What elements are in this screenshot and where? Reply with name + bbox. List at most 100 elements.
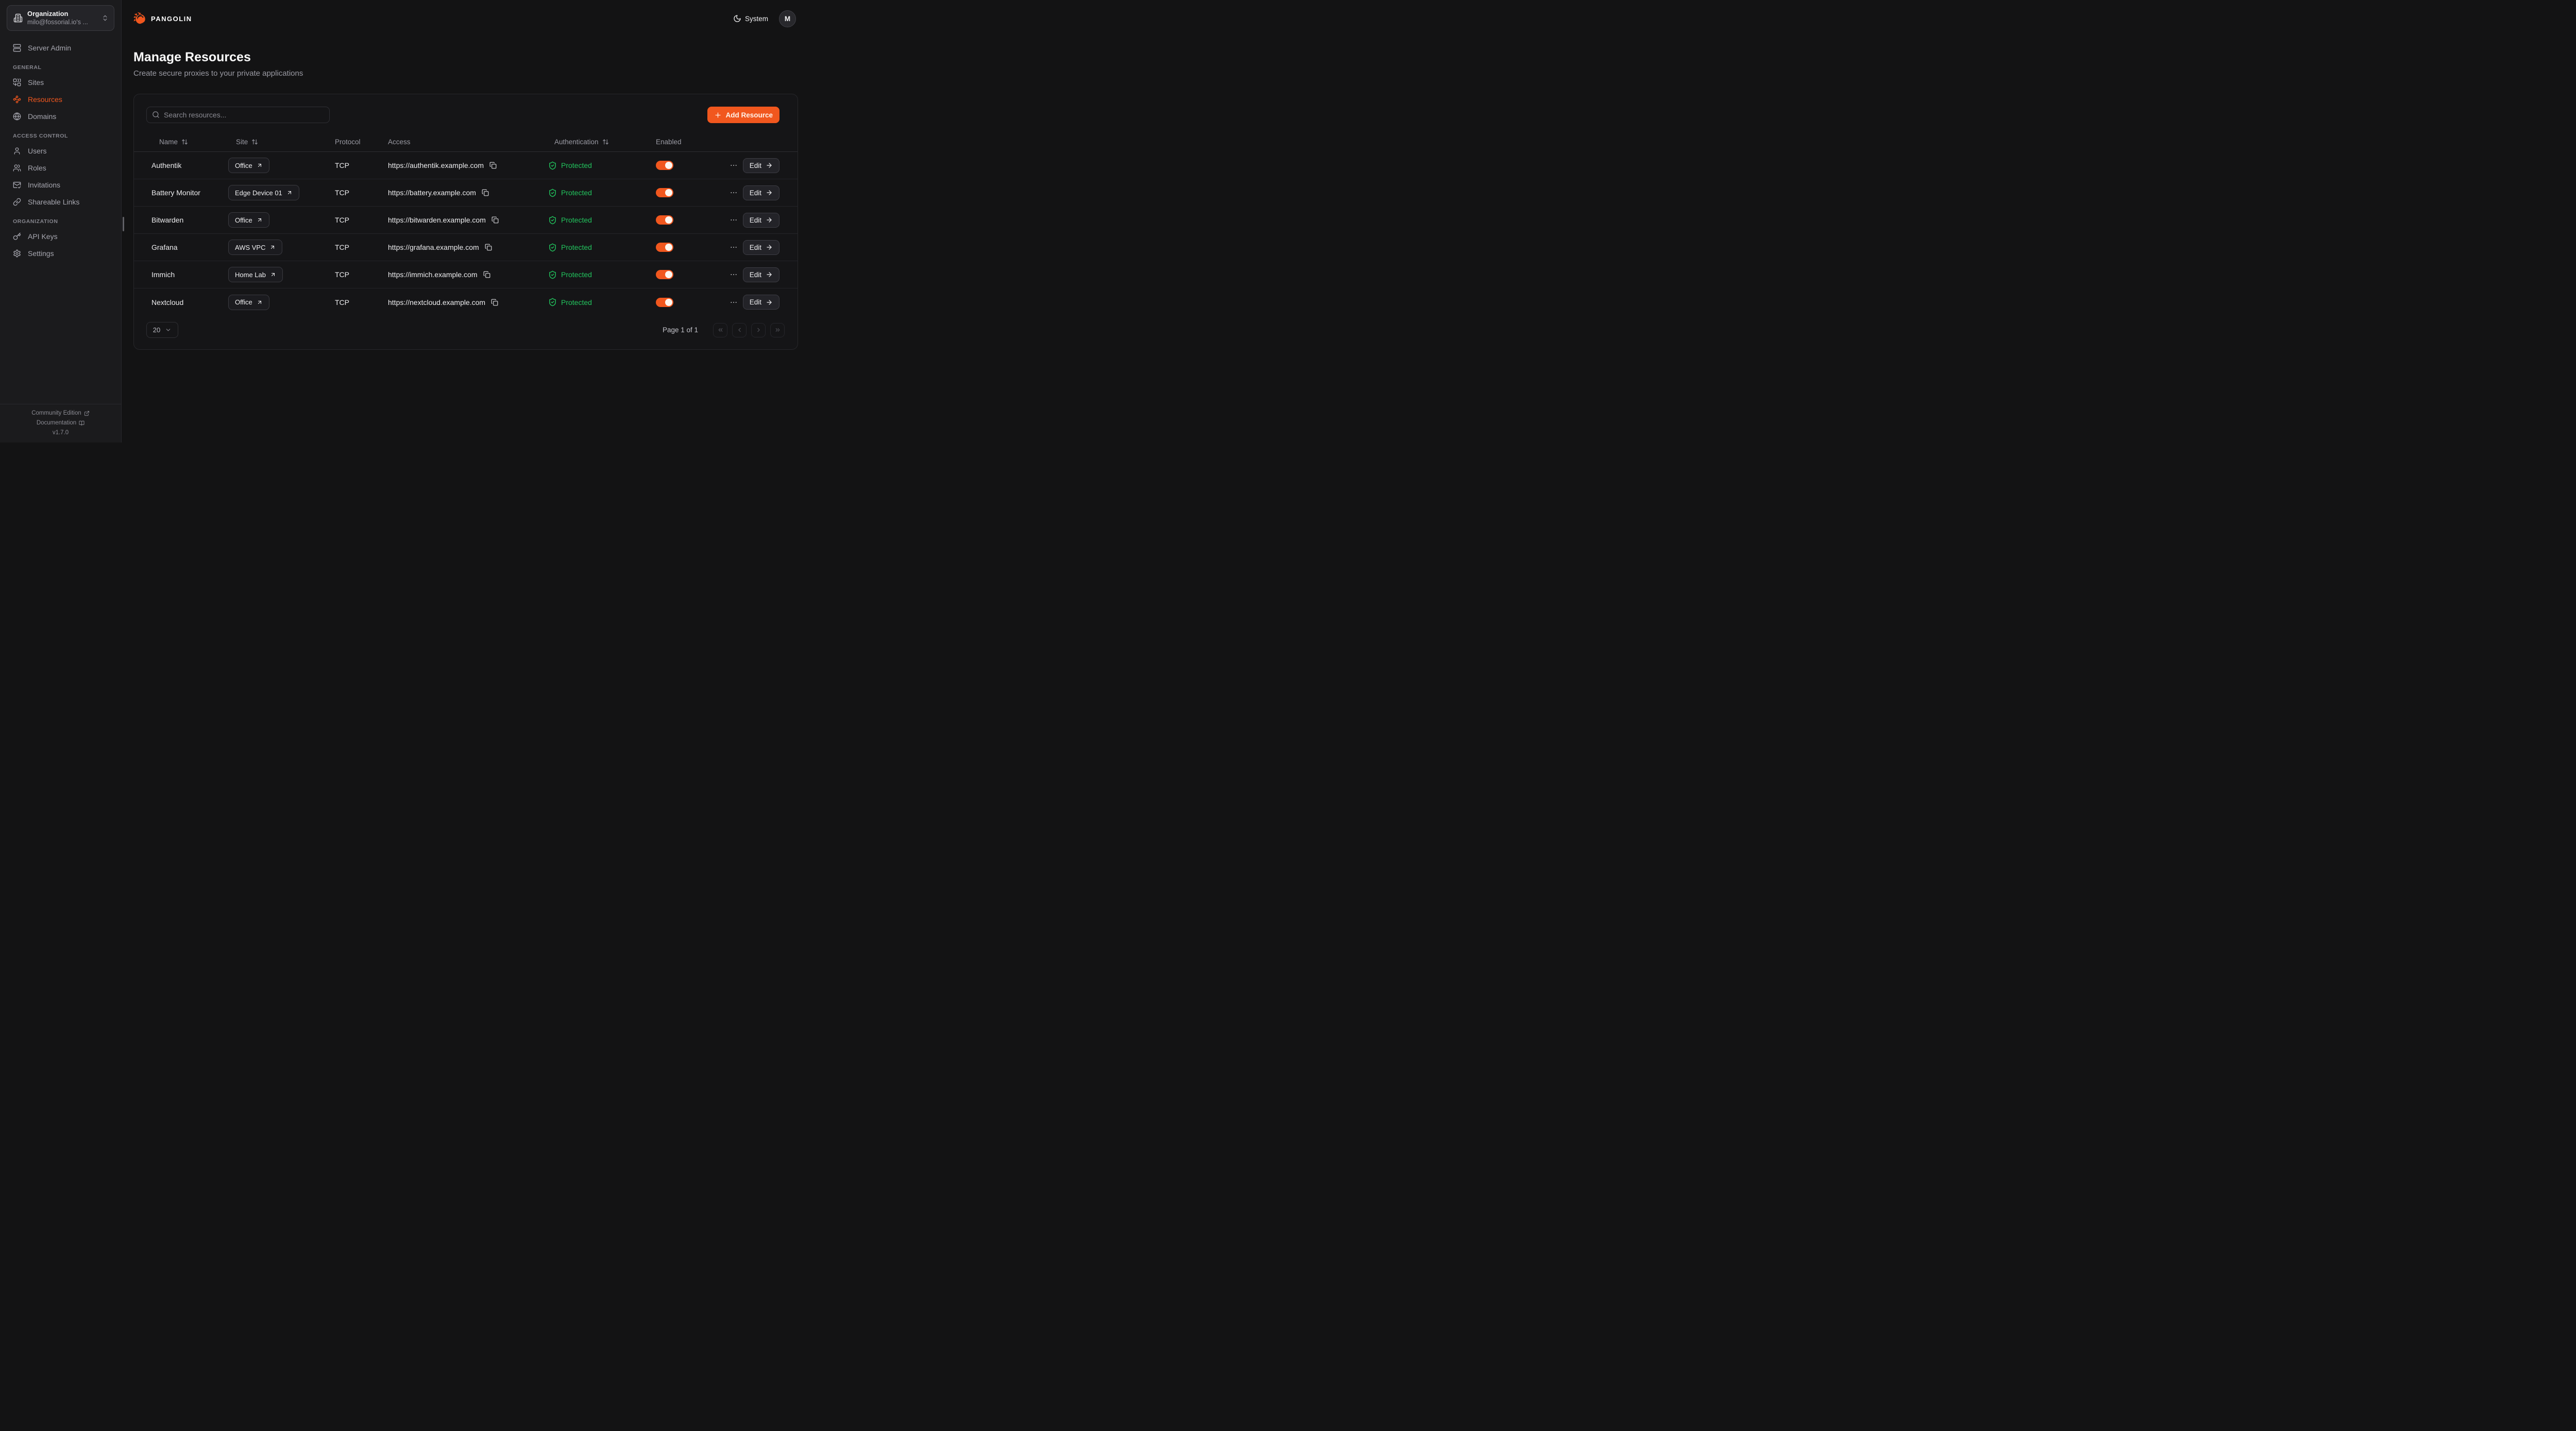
row-menu-button[interactable]	[730, 216, 738, 224]
copy-url-button[interactable]	[491, 299, 498, 306]
ellipsis-icon	[730, 216, 738, 224]
sort-icon	[602, 139, 609, 145]
auth-status-badge: Protected	[548, 216, 656, 225]
sidebar-item-users[interactable]: Users	[0, 142, 121, 159]
enabled-toggle[interactable]	[656, 161, 673, 170]
resource-name: Nextcloud	[151, 298, 228, 306]
sidebar-item-roles[interactable]: Roles	[0, 159, 121, 176]
column-header-authentication[interactable]: Authentication	[548, 138, 656, 146]
resource-name: Bitwarden	[151, 216, 228, 224]
moon-icon	[733, 14, 741, 23]
copy-url-button[interactable]	[482, 189, 489, 196]
sidebar-section: ORGANIZATION API Keys Settings	[0, 218, 121, 262]
sidebar-item-shareable-links[interactable]: Shareable Links	[0, 193, 121, 210]
column-header-access: Access	[388, 138, 548, 146]
table-row: Grafana AWS VPC TCP https://grafana.exam…	[134, 234, 798, 261]
row-menu-button[interactable]	[730, 270, 738, 279]
chevrons-up-down-icon	[101, 14, 109, 22]
column-header-site[interactable]: Site	[228, 138, 335, 146]
org-selector[interactable]: Organization milo@fossorial.io's ...	[7, 5, 114, 31]
shield-check-icon	[548, 189, 557, 197]
next-page-button[interactable]	[751, 323, 766, 337]
avatar[interactable]: M	[779, 10, 796, 27]
table-row: Immich Home Lab TCP https://immich.examp…	[134, 261, 798, 288]
sidebar-footer: Community Edition Documentation v1.7.0	[0, 404, 121, 442]
community-edition-link[interactable]: Community Edition	[31, 410, 90, 416]
resource-url: https://authentik.example.com	[388, 161, 484, 169]
brand-name: PANGOLIN	[151, 15, 192, 23]
edit-button[interactable]: Edit	[743, 240, 779, 255]
arrow-right-icon	[766, 244, 773, 251]
enabled-toggle[interactable]	[656, 188, 673, 197]
sidebar-item-invitations[interactable]: Invitations	[0, 176, 121, 193]
resource-protocol: TCP	[335, 270, 388, 279]
auth-status-badge: Protected	[548, 189, 656, 197]
site-link-button[interactable]: AWS VPC	[228, 240, 282, 255]
sidebar-section: GENERAL Sites Resources Domains	[0, 64, 121, 125]
enabled-toggle[interactable]	[656, 270, 673, 279]
sidebar-item-server-admin[interactable]: Server Admin	[0, 39, 121, 56]
theme-toggle-button[interactable]: System	[733, 14, 768, 23]
copy-url-button[interactable]	[483, 271, 490, 278]
previous-page-button[interactable]	[732, 323, 747, 337]
chevrons-right-icon	[774, 327, 781, 333]
documentation-link[interactable]: Documentation	[37, 420, 84, 426]
last-page-button[interactable]	[770, 323, 785, 337]
sidebar-item-domains[interactable]: Domains	[0, 108, 121, 125]
edit-button[interactable]: Edit	[743, 267, 779, 282]
resource-name: Immich	[151, 270, 228, 279]
copy-icon	[491, 299, 498, 306]
arrow-up-right-icon	[269, 244, 276, 250]
enabled-toggle[interactable]	[656, 298, 673, 307]
copy-icon	[482, 189, 489, 196]
enabled-toggle[interactable]	[656, 243, 673, 252]
edit-button[interactable]: Edit	[743, 158, 779, 173]
copy-url-button[interactable]	[489, 162, 497, 169]
search-input[interactable]	[146, 107, 330, 123]
first-page-button[interactable]	[713, 323, 727, 337]
sidebar-nav: GENERAL Sites Resources Domains ACCESS C…	[0, 56, 121, 262]
edit-button[interactable]: Edit	[743, 185, 779, 200]
pagination-bar: 20 Page 1 of 1	[134, 316, 798, 338]
row-menu-button[interactable]	[730, 189, 738, 197]
edit-button[interactable]: Edit	[743, 213, 779, 228]
sidebar-item-sites[interactable]: Sites	[0, 74, 121, 91]
copy-url-button[interactable]	[485, 244, 492, 251]
page-subtitle: Create secure proxies to your private ap…	[133, 69, 796, 78]
add-resource-button[interactable]: Add Resource	[707, 107, 779, 123]
shield-check-icon	[548, 161, 557, 170]
site-link-button[interactable]: Office	[228, 212, 269, 228]
copy-icon	[483, 271, 490, 278]
sidebar-item-settings[interactable]: Settings	[0, 245, 121, 262]
ellipsis-icon	[730, 298, 738, 306]
arrow-up-right-icon	[257, 299, 263, 305]
table-body: Authentik Office TCP https://authentik.e…	[134, 152, 798, 316]
site-link-button[interactable]: Home Lab	[228, 267, 283, 282]
sidebar-item-api-keys[interactable]: API Keys	[0, 228, 121, 245]
page-size-select[interactable]: 20	[146, 322, 178, 338]
copy-icon	[489, 162, 497, 169]
site-link-button[interactable]: Office	[228, 295, 269, 310]
auth-status-badge: Protected	[548, 243, 656, 252]
sidebar-section-label: ACCESS CONTROL	[13, 133, 121, 139]
copy-url-button[interactable]	[492, 216, 499, 224]
page-title: Manage Resources	[133, 49, 796, 65]
resources-card: Add Resource Name Site Protocol Access A…	[133, 94, 798, 350]
resource-name: Grafana	[151, 243, 228, 251]
site-link-button[interactable]: Edge Device 01	[228, 185, 299, 200]
ellipsis-icon	[730, 243, 738, 251]
site-link-button[interactable]: Office	[228, 158, 269, 173]
row-menu-button[interactable]	[730, 161, 738, 169]
row-menu-button[interactable]	[730, 298, 738, 306]
column-header-name[interactable]: Name	[151, 138, 228, 146]
mail-check-icon	[13, 181, 21, 189]
arrow-up-right-icon	[257, 162, 263, 168]
shield-check-icon	[548, 243, 557, 252]
chevron-left-icon	[736, 327, 743, 333]
sidebar-item-resources[interactable]: Resources	[0, 91, 121, 108]
page-status: Page 1 of 1	[663, 326, 698, 334]
enabled-toggle[interactable]	[656, 215, 673, 225]
row-menu-button[interactable]	[730, 243, 738, 251]
edit-button[interactable]: Edit	[743, 295, 779, 310]
auth-status-badge: Protected	[548, 270, 656, 279]
